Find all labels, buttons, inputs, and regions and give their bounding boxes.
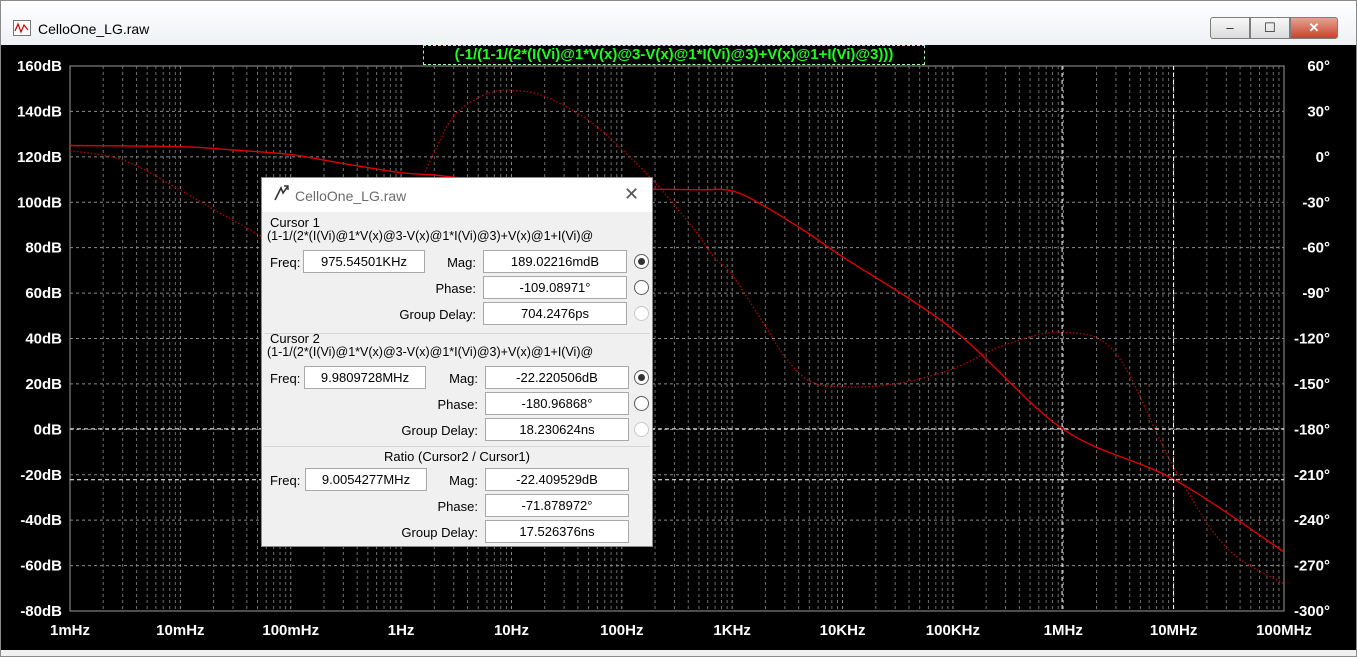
y-right-tick-label: -210° (1294, 467, 1330, 484)
trace-expression-label[interactable]: (-1/(1-1/(2*(I(Vi)@1*V(x)@3-V(x)@1*I(Vi)… (423, 45, 925, 65)
cursor-dialog: CelloOne_LG.raw ✕ Cursor 1 (1-1/(2*(I(Vi… (261, 177, 653, 547)
cursor1-mag-label: Mag: (447, 255, 476, 270)
cursor2-heading: Cursor 2 (270, 331, 320, 346)
x-tick-label: 100mHz (262, 622, 319, 639)
y-right-tick-label: -150° (1294, 376, 1330, 393)
x-tick-label: 10MHz (1150, 622, 1198, 639)
ratio-phase-field[interactable]: -71.878972° (485, 494, 629, 517)
y-left-tick-label: 140dB (17, 103, 62, 120)
y-left-tick-label: 60dB (25, 285, 62, 302)
cursor1-group-delay-field[interactable]: 704.2476ps (483, 302, 627, 325)
ratio-mag-label: Mag: (449, 473, 478, 488)
y-right-tick-label: -120° (1294, 331, 1330, 348)
cursor1-mag-radio[interactable] (634, 254, 649, 269)
y-left-tick-label: -80dB (20, 603, 62, 620)
dialog-title: CelloOne_LG.raw (295, 188, 407, 204)
dialog-close-button[interactable]: ✕ (624, 184, 639, 205)
cursor2-freq-field[interactable]: 9.9809728MHz (304, 366, 426, 389)
bode-plot[interactable]: 1mHz 10mHz 100mHz 1Hz 10Hz 100Hz 1KHz 10KHz 100K… (0, 0, 1357, 657)
x-tick-label: 1MHz (1044, 622, 1083, 639)
y-left-tick-label: -20dB (20, 467, 62, 484)
y-right-tick-label: 30° (1307, 103, 1330, 120)
y-right-tick-label: -90° (1302, 285, 1330, 302)
cursor2-mag-radio[interactable] (634, 370, 649, 385)
probe-icon (272, 184, 290, 207)
y-right-tick-label: -300° (1294, 603, 1330, 620)
y-right-tick-label: -270° (1294, 558, 1330, 575)
y-right-tick-label: -180° (1294, 421, 1330, 438)
x-tick-label: 1KHz (713, 622, 751, 639)
ratio-section: Ratio (Cursor2 / Cursor1) Freq: 9.005427… (262, 446, 652, 546)
ratio-freq-label: Freq: (270, 473, 301, 488)
cursor2-group-delay-radio[interactable] (634, 422, 649, 437)
y-left-tick-label: 160dB (17, 58, 62, 75)
cursor1-mag-field[interactable]: 189.02216mdB (483, 250, 627, 273)
y-left-tick-label: 0dB (34, 421, 63, 438)
cursor2-group-delay-field[interactable]: 18.230624ns (485, 418, 629, 441)
y-right-tick-label: -30° (1302, 194, 1330, 211)
ratio-phase-label: Phase: (437, 499, 478, 514)
cursor2-phase-field[interactable]: -180.96868° (485, 392, 629, 415)
cursor1-freq-field[interactable]: 975.54501KHz (303, 250, 425, 273)
x-tick-label: 1mHz (50, 622, 90, 639)
cursor2-phase-radio[interactable] (634, 396, 649, 411)
x-tick-label: 10mHz (156, 622, 204, 639)
ratio-group-delay-label: Group Delay: (401, 525, 478, 540)
y-left-tick-label: -40dB (20, 512, 62, 529)
cursor1-heading: Cursor 1 (270, 215, 320, 230)
cursor1-group-delay-radio[interactable] (634, 306, 649, 321)
phase-trace (70, 89, 1284, 585)
cursor1-phase-field[interactable]: -109.08971° (483, 276, 627, 299)
cursor1-phase-label: Phase: (435, 281, 476, 296)
ratio-group-delay-field[interactable]: 17.526376ns (485, 520, 629, 543)
y-left-tick-label: -60dB (20, 558, 62, 575)
x-tick-label: 100MHz (1256, 622, 1312, 639)
cursor1-phase-radio[interactable] (634, 280, 649, 295)
cursor2-group-delay-label: Group Delay: (401, 423, 478, 438)
x-tick-label: 100KHz (926, 622, 980, 639)
y-left-tick-label: 40dB (25, 331, 62, 348)
x-tick-label: 10Hz (494, 622, 529, 639)
cursor2-mag-field[interactable]: -22.220506dB (485, 366, 629, 389)
cursor1-section: Cursor 1 (1-1/(2*(I(Vi)@1*V(x)@3-V(x)@1*… (262, 212, 652, 332)
cursor2-section: Cursor 2 (1-1/(2*(I(Vi)@1*V(x)@3-V(x)@1*… (262, 328, 652, 446)
cursor1-group-delay-label: Group Delay: (399, 307, 476, 322)
x-tick-label: 10KHz (820, 622, 866, 639)
cursor2-freq-label: Freq: (270, 371, 301, 386)
y-left-tick-label: 20dB (25, 376, 62, 393)
ratio-freq-field[interactable]: 9.0054277MHz (305, 468, 427, 491)
ratio-mag-field[interactable]: -22.409529dB (485, 468, 629, 491)
y-right-tick-label: -60° (1302, 240, 1330, 257)
cursor1-freq-label: Freq: (270, 255, 301, 270)
y-left-tick-label: 120dB (17, 149, 62, 166)
x-tick-label: 100Hz (600, 622, 643, 639)
cursor2-expression: (1-1/(2*(I(Vi)@1*V(x)@3-V(x)@1*I(Vi)@3)+… (267, 345, 594, 359)
plot-traces (70, 89, 1284, 585)
x-tick-label: 1Hz (388, 622, 415, 639)
y-right-tick-label: 0° (1316, 149, 1330, 166)
ratio-heading: Ratio (Cursor2 / Cursor1) (384, 449, 530, 464)
y-left-tick-label: 80dB (25, 240, 62, 257)
dialog-title-bar[interactable]: CelloOne_LG.raw ✕ (262, 178, 652, 212)
cursor2-mag-label: Mag: (449, 371, 478, 386)
magnitude-trace (70, 144, 1284, 553)
cursor1-expression: (1-1/(2*(I(Vi)@1*V(x)@3-V(x)@1*I(Vi)@3)+… (267, 229, 594, 243)
y-left-tick-label: 100dB (17, 194, 62, 211)
cursor2-phase-label: Phase: (437, 397, 478, 412)
y-right-tick-label: -240° (1294, 512, 1330, 529)
y-right-tick-label: 60° (1307, 58, 1330, 75)
plot-grid (69, 65, 1285, 612)
